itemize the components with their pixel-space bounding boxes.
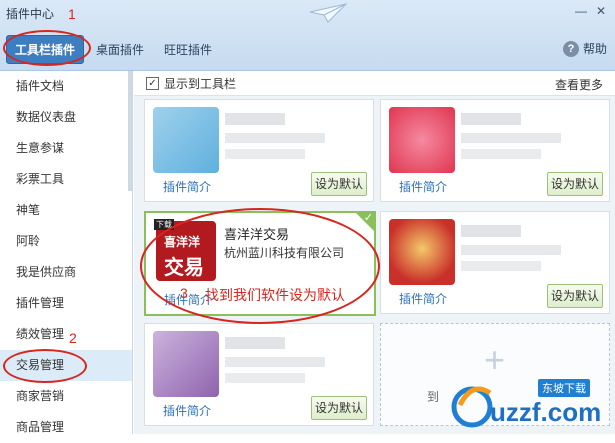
annotation-instruction: 找到我们软件设为默认: [205, 287, 345, 303]
blurred-text: [225, 149, 305, 159]
sidebar-scrollbar[interactable]: [128, 71, 132, 191]
help-icon: ?: [562, 40, 579, 57]
set-default-button[interactable]: 设为默认: [311, 172, 367, 196]
blurred-text: [225, 357, 325, 367]
sidebar-item-shenbi[interactable]: 神笔: [0, 195, 132, 226]
plugin-icon: [389, 219, 455, 285]
plugin-card: 插件简介 设为默认: [380, 99, 610, 202]
watermark-sub: 东坡下载: [538, 379, 590, 397]
paper-plane-icon: [309, 3, 348, 23]
annotation-number-3: 3: [180, 285, 188, 301]
sidebar-item-lottery-tools[interactable]: 彩票工具: [0, 164, 132, 195]
set-default-button[interactable]: 设为默认: [311, 396, 367, 420]
sidebar-item-aling[interactable]: 阿聆: [0, 226, 132, 257]
see-more-link[interactable]: 查看更多: [555, 76, 603, 93]
show-on-toolbar-checkbox[interactable]: ✓: [146, 76, 159, 90]
watermark-logo: uzzf.com 东坡下载: [450, 375, 610, 434]
watermark-text: uzzf.com: [490, 397, 602, 427]
set-default-button[interactable]: 设为默认: [547, 284, 603, 308]
set-default-button[interactable]: 设为默认: [547, 172, 603, 196]
annotation-number-1: 1: [68, 6, 76, 22]
close-button[interactable]: ✕: [593, 3, 609, 19]
plugin-icon: [389, 107, 455, 173]
help-button[interactable]: ? 帮助: [562, 40, 607, 57]
blurred-text: [461, 133, 561, 143]
blurred-text: [461, 245, 561, 255]
sidebar-item-dashboard[interactable]: 数据仪表盘: [0, 102, 132, 133]
tab-wangwang-plugins[interactable]: 旺旺插件: [156, 36, 220, 63]
add-plugin-label: 到: [427, 390, 440, 404]
annotation-oval-tab: [3, 30, 91, 66]
blurred-text: [225, 113, 285, 125]
sidebar-item-performance[interactable]: 绩效管理: [0, 319, 132, 350]
sidebar-item-business-advisor[interactable]: 生意参谋: [0, 133, 132, 164]
sidebar-item-plugin-docs[interactable]: 插件文档: [0, 71, 132, 102]
plugin-intro-link[interactable]: 插件简介: [399, 178, 447, 195]
blurred-text: [225, 337, 285, 349]
blurred-text: [461, 149, 541, 159]
blurred-text: [225, 133, 325, 143]
plugin-card: 插件简介 设为默认: [380, 211, 610, 314]
title-bar: 插件中心 — ✕ 工具栏插件 桌面插件 旺旺插件 ? 帮助: [0, 0, 615, 71]
annotation-number-2: 2: [69, 330, 77, 346]
sidebar-item-merchant-marketing[interactable]: 商家营销: [0, 381, 132, 412]
plugin-icon: [153, 331, 219, 397]
blurred-text: [461, 113, 521, 125]
plugin-card: 插件简介 设为默认: [144, 323, 374, 426]
plugin-icon: [153, 107, 219, 173]
plugin-intro-link[interactable]: 插件简介: [163, 178, 211, 195]
blurred-text: [225, 373, 305, 383]
checkmark-icon: ✓: [363, 212, 373, 224]
sidebar-item-product-management[interactable]: 商品管理: [0, 412, 132, 443]
tab-desktop-plugins[interactable]: 桌面插件: [88, 36, 152, 63]
sidebar-item-supplier[interactable]: 我是供应商: [0, 257, 132, 288]
plugin-intro-link[interactable]: 插件简介: [399, 290, 447, 307]
help-label: 帮助: [582, 42, 607, 56]
blurred-text: [461, 225, 521, 237]
show-on-toolbar-label: 显示到工具栏: [164, 76, 237, 91]
window-title: 插件中心: [6, 7, 55, 21]
sidebar-item-plugin-management[interactable]: 插件管理: [0, 288, 132, 319]
plugin-card: 插件简介 设为默认: [144, 99, 374, 202]
annotation-oval-sidebar: [3, 349, 87, 383]
blurred-text: [461, 261, 541, 271]
panel-toolbar: ✓ 显示到工具栏 查看更多: [134, 71, 615, 96]
minimize-button[interactable]: —: [573, 3, 589, 19]
annotation-oval-card: [140, 208, 380, 324]
plugin-intro-link[interactable]: 插件简介: [163, 402, 211, 419]
